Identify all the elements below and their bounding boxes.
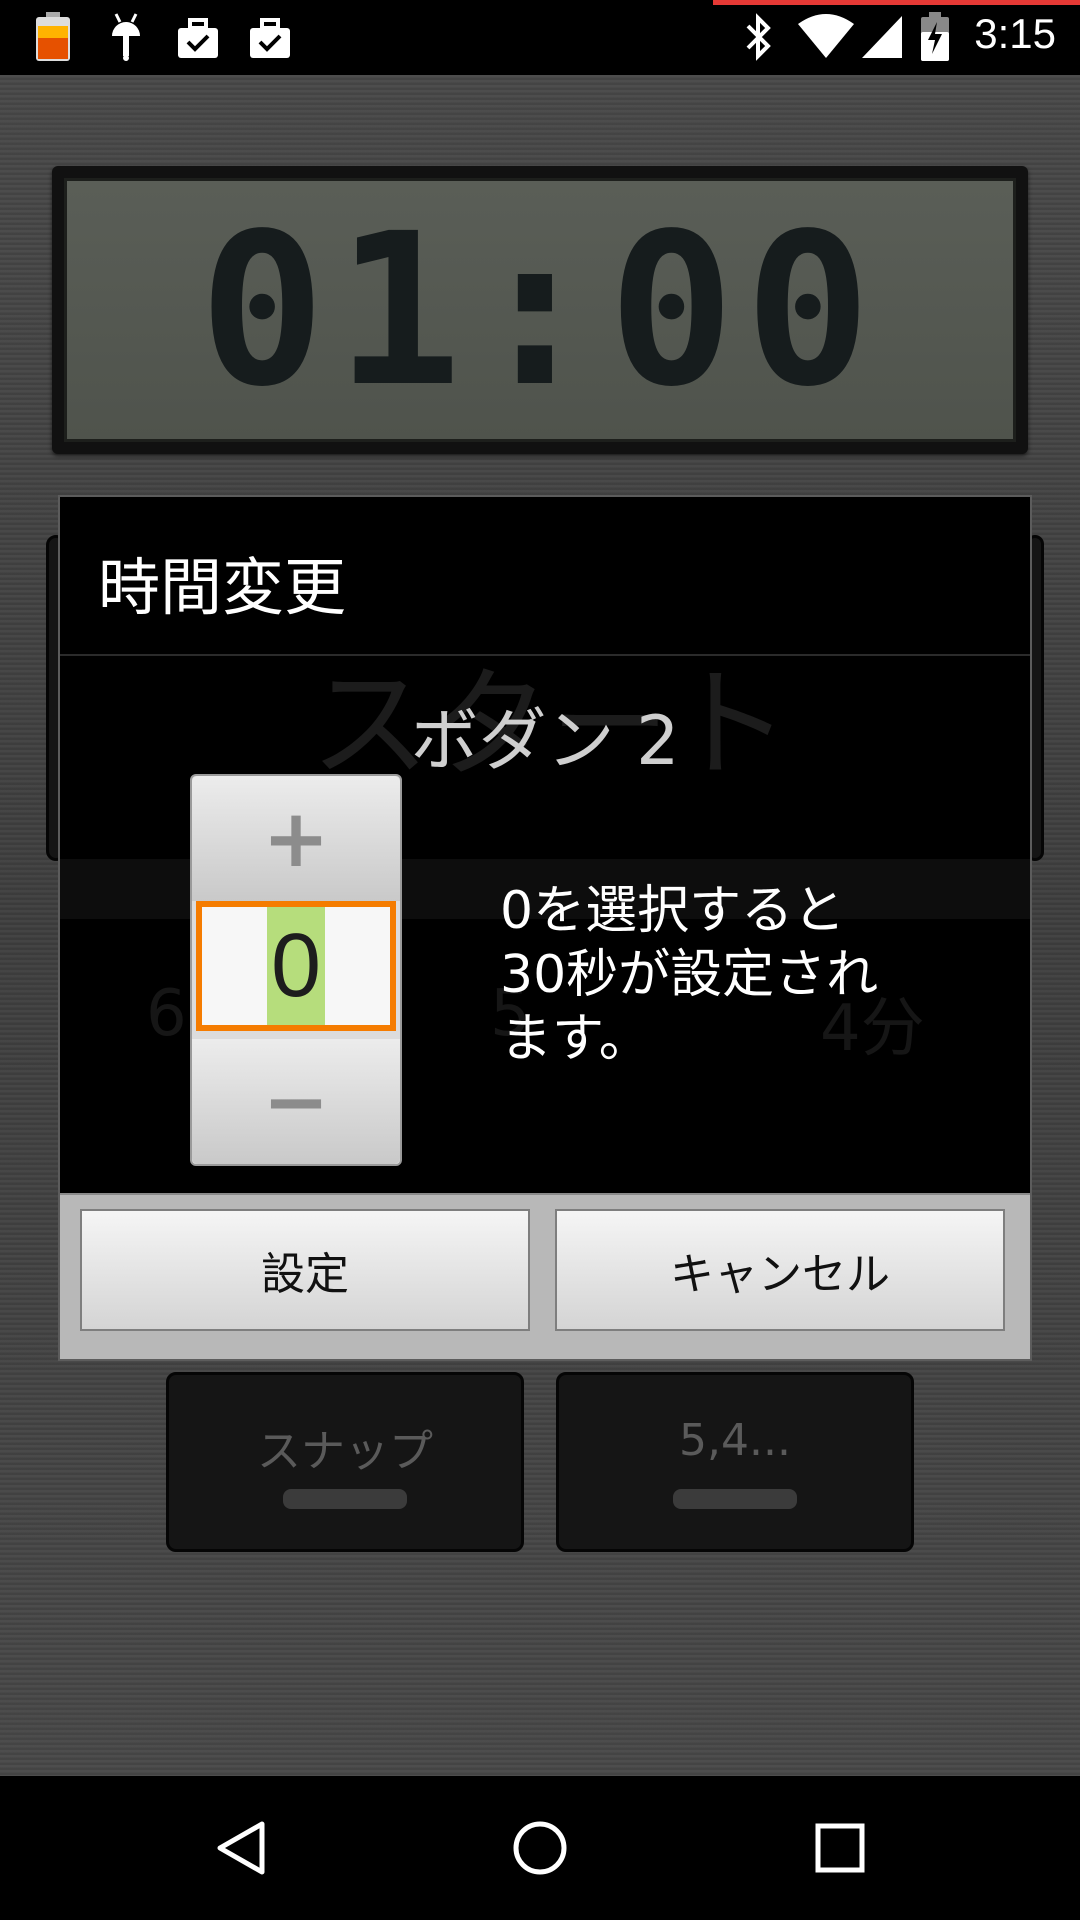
hint-line-2: 30秒が設定され [500, 945, 879, 1005]
hint-line-3: ます。 [500, 1009, 651, 1069]
download-progress-line [713, 0, 1080, 5]
dialog-title: 時間変更 [98, 551, 347, 624]
set-button[interactable]: 設定 [80, 1209, 530, 1331]
title-divider [60, 654, 1030, 656]
battery-icon [921, 12, 949, 61]
dialog-button-bar: 設定 キャンセル [60, 1193, 1030, 1359]
plus-icon: + [262, 792, 330, 885]
hint-line-1: 0を選択すると [500, 881, 846, 941]
decrement-button[interactable]: − [192, 1039, 400, 1164]
status-bar: 3:15 [0, 0, 1080, 75]
snap-button-label: スナップ [257, 1426, 433, 1477]
picker-value: 0 [266, 907, 326, 1025]
timer-display: 01:00 [52, 166, 1028, 454]
wifi-icon [798, 14, 854, 58]
status-time: 3:15 [974, 10, 1056, 57]
navigation-bar [0, 1776, 1080, 1920]
cancel-button[interactable]: キャンセル [555, 1209, 1005, 1331]
five-four-indicator [673, 1489, 797, 1509]
snap-indicator [283, 1489, 407, 1509]
briefcase-check-icon [178, 18, 218, 58]
lcd-panel: 01:00 [64, 178, 1016, 442]
bluetooth-icon [746, 13, 771, 61]
home-icon[interactable] [510, 1818, 570, 1878]
cell-signal-icon [862, 16, 902, 58]
number-picker: + 0 − [190, 774, 402, 1166]
android-icon [112, 13, 140, 61]
briefcase-check-icon [250, 18, 290, 58]
timer-time: 01:00 [198, 187, 882, 433]
minus-icon: − [262, 1055, 330, 1148]
time-change-dialog: スタート 6 5 4分 時間変更 ボダン 2 + 0 − 0を選択すると 30秒… [58, 495, 1032, 1361]
picker-value-field[interactable]: 0 [196, 901, 396, 1031]
snap-button[interactable]: スナップ [166, 1372, 524, 1552]
five-four-button-label: 5,4... [679, 1415, 791, 1466]
hint-text: 0を選択すると 30秒が設定され ます。 [500, 879, 920, 1071]
five-four-button[interactable]: 5,4... [556, 1372, 914, 1552]
battery-charging-icon [36, 12, 70, 61]
increment-button[interactable]: + [192, 776, 400, 901]
background-six-label: 6 [146, 977, 187, 1051]
recents-icon[interactable] [810, 1818, 870, 1878]
dialog-subtitle: ボダン 2 [410, 702, 680, 781]
back-icon[interactable] [212, 1818, 272, 1878]
